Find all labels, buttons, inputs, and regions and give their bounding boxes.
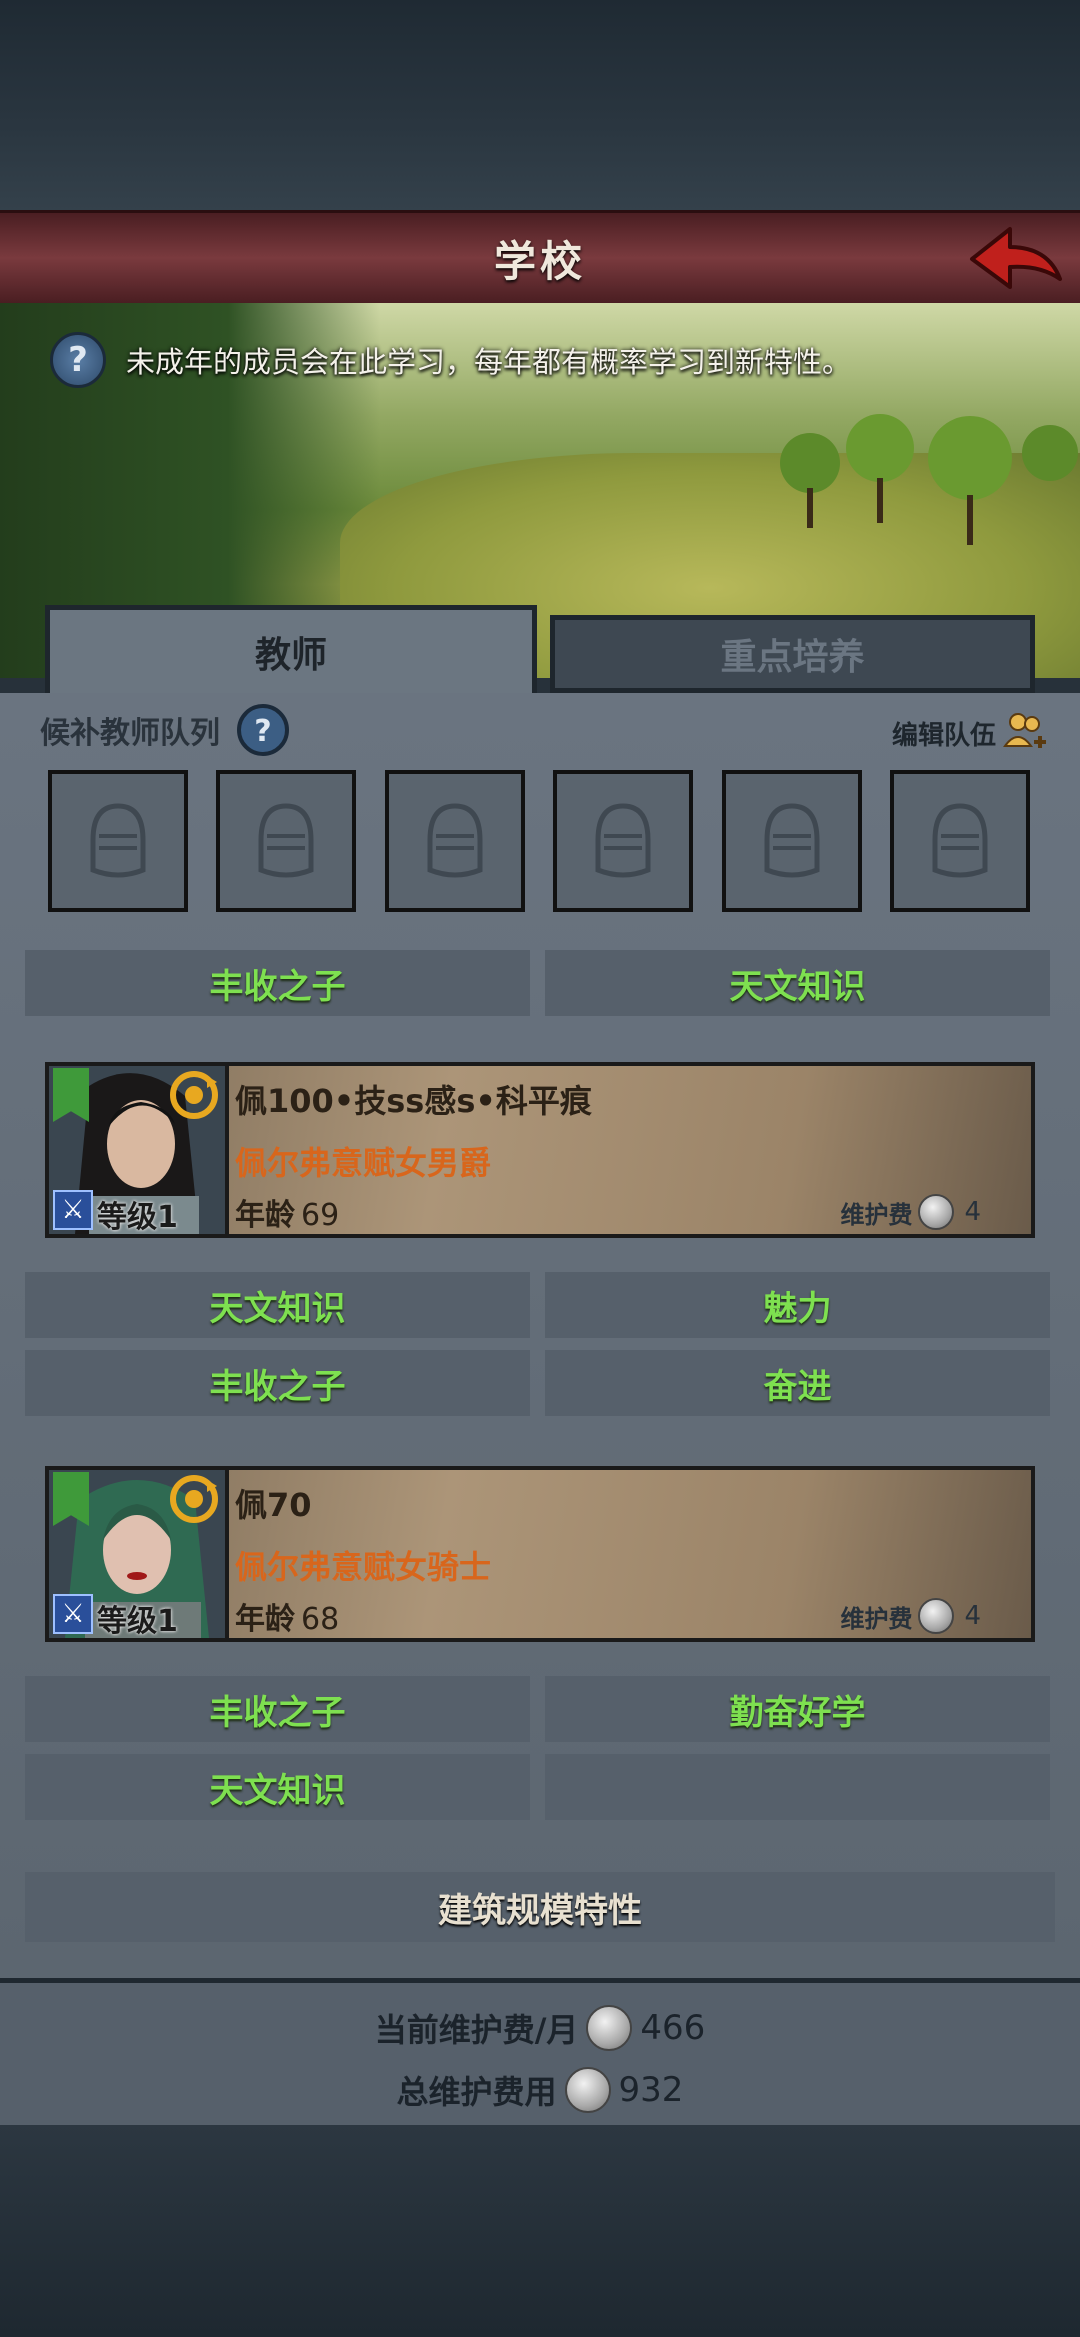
teacher-age: 年龄 68 <box>235 1594 339 1638</box>
bottom-stone-background <box>0 2125 1080 2337</box>
sword-icon: ⚔ <box>53 1594 93 1634</box>
school-trait[interactable]: 丰收之子 <box>25 950 530 1016</box>
upkeep-label: 维护费 <box>840 1604 913 1633</box>
queue-header: 候补教师队列 ? <box>40 703 290 757</box>
upkeep-value: 4 <box>964 1197 981 1227</box>
teacher-trait[interactable]: 奋进 <box>545 1350 1050 1416</box>
tab-teachers[interactable]: 教师 <box>45 605 537 693</box>
page-title: 学校 <box>493 236 586 286</box>
knight-helmet-icon <box>258 803 314 878</box>
age-value: 68 <box>301 1602 340 1637</box>
age-label: 年龄 <box>235 1198 295 1233</box>
queue-slot[interactable] <box>889 770 1030 912</box>
teacher-trait[interactable]: 天文知识 <box>25 1272 530 1338</box>
help-icon[interactable]: ? <box>236 703 290 757</box>
teacher-name: 佩100•技ss感s•科平痕 <box>235 1082 592 1120</box>
teacher-title: 佩尔弗意赋女骑士 <box>235 1548 492 1586</box>
swap-icon[interactable] <box>169 1070 219 1120</box>
help-icon[interactable]: ? <box>50 332 106 388</box>
monthly-upkeep-value: 466 <box>640 2008 706 2048</box>
trees-illustration <box>780 414 1078 545</box>
footer-bar: 当前维护费/月 466 总维护费用 932 <box>0 1978 1080 2131</box>
info-text: 未成年的成员会在此学习，每年都有概率学习到新特性。 <box>126 345 852 379</box>
knight-helmet-icon <box>932 803 988 878</box>
teacher-trait-empty <box>545 1754 1050 1820</box>
teacher-title: 佩尔弗意赋女男爵 <box>235 1144 492 1182</box>
teacher-trait[interactable]: 丰收之子 <box>25 1676 530 1742</box>
knight-helmet-icon <box>764 803 820 878</box>
queue-slot[interactable] <box>721 770 862 912</box>
upkeep: 维护费 4 <box>840 1598 981 1634</box>
edit-team-label: 编辑队伍 <box>891 720 996 751</box>
upkeep-value: 4 <box>964 1601 981 1631</box>
queue-slot[interactable] <box>553 770 694 912</box>
silver-coin-icon <box>586 2005 633 2051</box>
sword-icon: ⚔ <box>53 1190 93 1230</box>
knight-helmet-icon <box>595 803 651 878</box>
teacher-trait[interactable]: 魅力 <box>545 1272 1050 1338</box>
info-row: ? 未成年的成员会在此学习，每年都有概率学习到新特性。 <box>50 330 851 390</box>
swap-icon[interactable] <box>169 1474 219 1524</box>
teacher-trait[interactable]: 勤奋好学 <box>545 1676 1050 1742</box>
teacher-name: 佩70 <box>235 1486 312 1524</box>
total-upkeep-label: 总维护费用 <box>396 2073 557 2111</box>
knight-helmet-icon <box>427 803 483 878</box>
level-label: 等级1 <box>97 1200 178 1234</box>
teacher-portrait: ⚔ 等级1 <box>49 1470 229 1638</box>
silver-coin-icon <box>564 2067 611 2113</box>
knight-helmet-icon <box>90 803 146 878</box>
total-upkeep: 总维护费用 932 <box>0 2067 1080 2113</box>
tab-focus-training[interactable]: 重点培养 <box>550 615 1035 693</box>
edit-team-button[interactable]: 编辑队伍 <box>892 710 1048 756</box>
upkeep-label: 维护费 <box>840 1200 913 1229</box>
teacher-portrait: ⚔ 等级1 <box>49 1066 229 1234</box>
queue-slot[interactable] <box>216 770 357 912</box>
queue-slot[interactable] <box>384 770 525 912</box>
teacher-trait-grid: 天文知识 魅力 丰收之子 奋进 <box>25 1272 1050 1416</box>
back-arrow-icon[interactable] <box>966 221 1066 297</box>
total-upkeep-value: 932 <box>618 2070 684 2110</box>
queue-slot[interactable] <box>48 770 188 912</box>
age-value: 69 <box>301 1198 340 1233</box>
teacher-age: 年龄 69 <box>235 1190 339 1234</box>
teacher-queue-slots <box>48 770 1030 912</box>
school-trait-grid: 丰收之子 天文知识 <box>25 950 1050 1016</box>
top-stone-background <box>0 0 1080 210</box>
teacher-trait[interactable]: 天文知识 <box>25 1754 530 1820</box>
teacher-card[interactable]: ⚔ 等级1 佩70 佩尔弗意赋女骑士 年龄 68 维护费 4 <box>45 1466 1035 1642</box>
building-scale-traits-header[interactable]: 建筑规模特性 <box>25 1872 1055 1942</box>
queue-title: 候补教师队列 <box>40 716 220 751</box>
age-label: 年龄 <box>235 1602 295 1637</box>
silver-coin-icon <box>918 1598 955 1634</box>
monthly-upkeep-label: 当前维护费/月 <box>374 2011 579 2049</box>
silver-coin-icon <box>918 1194 955 1230</box>
monthly-upkeep: 当前维护费/月 466 <box>0 2005 1080 2051</box>
tab-bar: 教师 重点培养 <box>45 605 1035 693</box>
school-trait[interactable]: 天文知识 <box>545 950 1050 1016</box>
teacher-card[interactable]: ⚔ 等级1 佩100•技ss感s•科平痕 佩尔弗意赋女男爵 年龄 69 维护费 4 <box>45 1062 1035 1238</box>
team-add-icon <box>1003 713 1046 748</box>
upkeep: 维护费 4 <box>840 1194 981 1230</box>
teacher-trait-grid: 丰收之子 勤奋好学 天文知识 <box>25 1676 1050 1820</box>
svg-text:?: ? <box>254 714 271 749</box>
teacher-trait[interactable]: 丰收之子 <box>25 1350 530 1416</box>
title-bar: 学校 <box>0 210 1080 306</box>
level-label: 等级1 <box>97 1604 178 1638</box>
